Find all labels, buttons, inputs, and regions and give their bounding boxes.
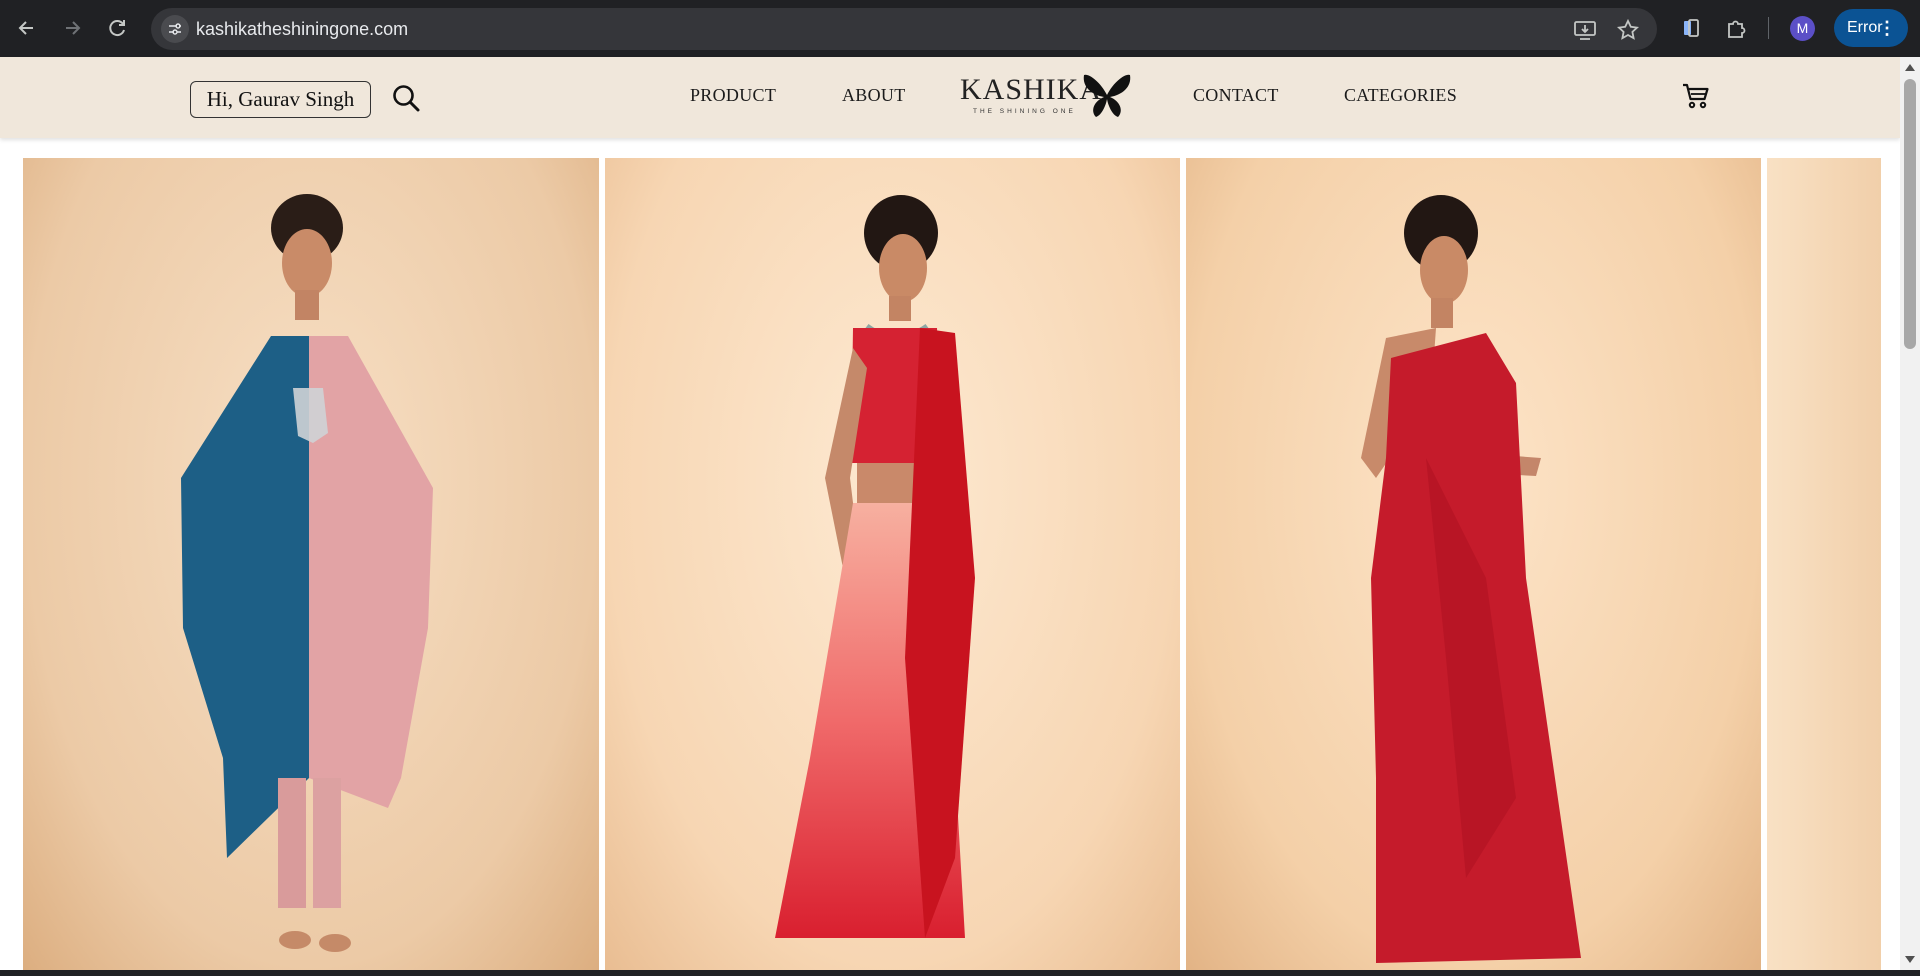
nav-categories[interactable]: CATEGORIES bbox=[1344, 85, 1457, 106]
browser-toolbar: kashikatheshiningone.com M Error ⋮ bbox=[0, 0, 1920, 57]
logo-tagline: THE SHINING ONE bbox=[973, 108, 1076, 115]
gallery-image[interactable] bbox=[23, 158, 599, 970]
brand-logo[interactable]: KASHIKA THE SHINING ONE bbox=[960, 73, 1135, 123]
site-header: Hi, Gaurav Singh PRODUCT ABOUT KASHIKA T… bbox=[0, 57, 1900, 138]
window-bottom-edge bbox=[0, 970, 1920, 976]
gallery-image[interactable] bbox=[605, 158, 1180, 970]
forward-arrow-icon[interactable] bbox=[56, 12, 88, 44]
error-button[interactable]: Error ⋮ bbox=[1834, 9, 1908, 47]
logo-name: KASHIKA bbox=[960, 73, 1102, 106]
butterfly-icon bbox=[1083, 74, 1131, 117]
cart-icon[interactable] bbox=[1681, 81, 1711, 111]
nav-about[interactable]: ABOUT bbox=[842, 85, 906, 106]
scroll-down-icon[interactable] bbox=[1905, 956, 1915, 963]
side-panel-icon[interactable] bbox=[1676, 13, 1706, 43]
gown-photo bbox=[1361, 195, 1581, 963]
product-gallery bbox=[0, 138, 1900, 970]
reload-icon[interactable] bbox=[101, 12, 133, 44]
more-menu-icon[interactable]: ⋮ bbox=[1878, 9, 1896, 47]
page-scrollbar[interactable] bbox=[1900, 57, 1920, 970]
url-text[interactable]: kashikatheshiningone.com bbox=[196, 8, 408, 50]
scrollbar-thumb[interactable] bbox=[1904, 79, 1916, 349]
gallery-image-partial[interactable] bbox=[1767, 158, 1881, 970]
search-icon[interactable] bbox=[391, 83, 421, 113]
kaftan-photo bbox=[181, 194, 433, 952]
toolbar-divider bbox=[1768, 17, 1769, 39]
gallery-image[interactable] bbox=[1186, 158, 1761, 970]
saree-photo bbox=[775, 195, 975, 938]
user-greeting[interactable]: Hi, Gaurav Singh bbox=[190, 81, 371, 118]
scroll-up-icon[interactable] bbox=[1905, 64, 1915, 71]
install-app-icon[interactable] bbox=[1571, 16, 1599, 44]
nav-product[interactable]: PRODUCT bbox=[690, 85, 776, 106]
nav-contact[interactable]: CONTACT bbox=[1193, 85, 1279, 106]
bookmark-star-icon[interactable] bbox=[1614, 16, 1642, 44]
address-bar[interactable]: kashikatheshiningone.com bbox=[151, 8, 1657, 50]
extensions-icon[interactable] bbox=[1721, 13, 1751, 43]
back-arrow-icon[interactable] bbox=[11, 12, 43, 44]
profile-avatar[interactable]: M bbox=[1790, 16, 1815, 41]
site-settings-icon[interactable] bbox=[161, 15, 189, 43]
